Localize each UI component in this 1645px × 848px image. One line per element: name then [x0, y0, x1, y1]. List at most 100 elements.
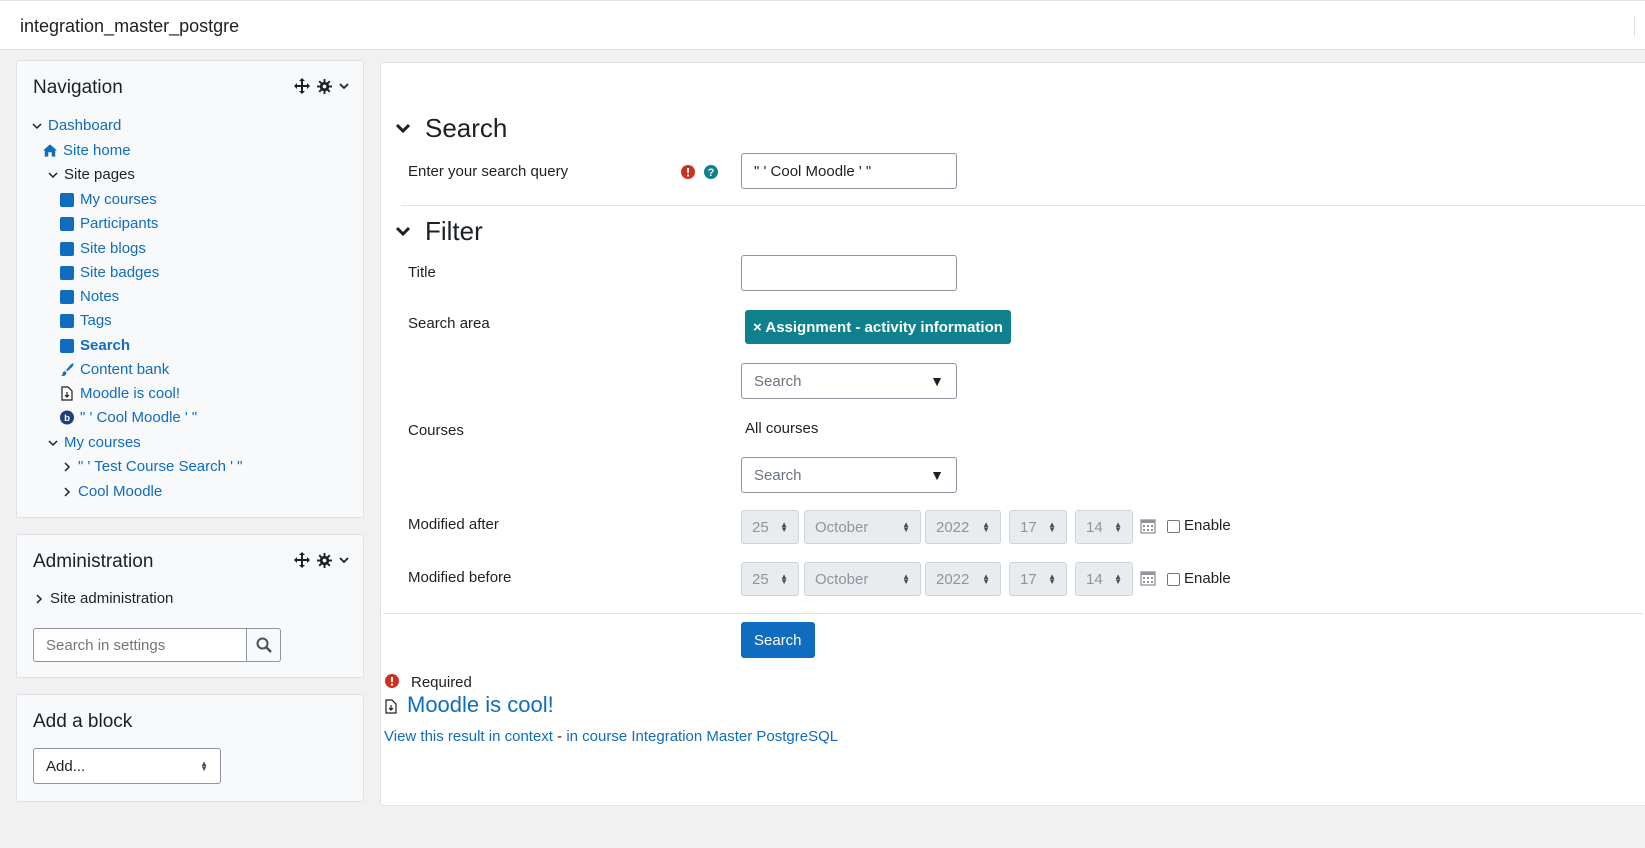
title-input[interactable]: [741, 255, 957, 291]
nav-item-site-pages[interactable]: Site pages: [47, 166, 135, 183]
nav-item-content-bank[interactable]: Content bank: [60, 361, 169, 378]
nav-page-site-badges[interactable]: Site badges: [60, 264, 159, 281]
nav-course-test-course-search[interactable]: " ' Test Course Search ' ": [61, 458, 243, 475]
modified-after-month[interactable]: October ▲ ▼: [804, 510, 921, 544]
section-divider: [401, 205, 1645, 206]
modified-after-day[interactable]: 25 ▲ ▼: [741, 510, 799, 544]
courses-combo-placeholder: Search: [754, 466, 802, 484]
modified-before-month[interactable]: October ▲ ▼: [804, 562, 921, 596]
gear-icon[interactable]: [317, 552, 332, 568]
modified-before-enable-checkbox[interactable]: [1167, 573, 1180, 586]
add-block-select[interactable]: Add... ▲ ▼: [33, 748, 221, 784]
search-area-tag[interactable]: × Assignment - activity information: [745, 310, 1011, 344]
calendar-icon[interactable]: [1140, 570, 1156, 590]
result-course-link[interactable]: in course Integration Master PostgreSQL: [566, 728, 838, 745]
settings-search-input[interactable]: [33, 628, 247, 662]
navigation-block-controls: [294, 78, 349, 94]
help-icon[interactable]: ?: [704, 165, 718, 183]
move-icon[interactable]: [294, 78, 310, 94]
nav-page-label[interactable]: Site badges: [80, 264, 159, 281]
nav-page-participants[interactable]: Participants: [60, 215, 158, 232]
nav-page-label[interactable]: Participants: [80, 215, 158, 232]
nav-moodle-is-cool-label[interactable]: Moodle is cool!: [80, 385, 180, 402]
courses-value: All courses: [745, 420, 819, 437]
move-icon[interactable]: [294, 552, 310, 568]
chevron-down-icon[interactable]: [31, 121, 43, 131]
result-separator: -: [552, 728, 567, 745]
gear-icon[interactable]: [317, 78, 332, 94]
nav-page-label[interactable]: Tags: [80, 312, 112, 329]
modified-before-hour[interactable]: 17 ▲ ▼: [1009, 562, 1067, 596]
search-area-combobox[interactable]: Search ▼: [741, 363, 957, 399]
nav-page-notes[interactable]: Notes: [60, 288, 119, 305]
chevron-right-icon[interactable]: [61, 461, 73, 472]
form-divider: [383, 613, 1643, 614]
month-value: October: [815, 518, 869, 536]
site-administration-label[interactable]: Site administration: [50, 590, 173, 607]
select-arrows-icon: ▲ ▼: [902, 572, 910, 586]
courses-combobox[interactable]: Search ▼: [741, 457, 957, 493]
nav-item-site-home[interactable]: Site home: [43, 142, 131, 159]
nav-cool-moodle-label[interactable]: " ' Cool Moodle ' ": [80, 409, 197, 426]
chevron-down-icon[interactable]: [47, 170, 59, 180]
select-arrows-icon: ▲ ▼: [780, 520, 788, 534]
nav-site-home-label[interactable]: Site home: [63, 142, 131, 159]
courses-label: Courses: [408, 422, 464, 439]
search-section-toggle[interactable]: Search: [395, 113, 507, 144]
nav-item-my-courses[interactable]: My courses: [47, 434, 141, 451]
nav-page-label[interactable]: Site blogs: [80, 240, 146, 257]
settings-search-button[interactable]: [247, 628, 281, 662]
nav-page-label[interactable]: Search: [80, 337, 130, 354]
modified-after-minute[interactable]: 14 ▲ ▼: [1075, 510, 1133, 544]
top-bar: integration_master_postgre: [0, 0, 1645, 50]
nav-my-courses-label[interactable]: My courses: [64, 434, 141, 451]
search-query-value: " ' Cool Moodle ' ": [754, 162, 872, 180]
nav-page-search-active[interactable]: Search: [60, 337, 130, 354]
select-arrows-icon: ▲ ▼: [982, 572, 990, 586]
select-arrows-icon: ▲ ▼: [1114, 572, 1122, 586]
site-name[interactable]: integration_master_postgre: [20, 16, 239, 37]
chevron-right-icon[interactable]: [33, 593, 45, 604]
result-title-link[interactable]: Moodle is cool!: [407, 692, 554, 718]
administration-title: Administration: [33, 551, 154, 572]
nav-page-tags[interactable]: Tags: [60, 312, 112, 329]
submit-search-button[interactable]: Search: [741, 622, 815, 658]
select-arrows-icon: ▲ ▼: [1048, 520, 1056, 534]
settings-search: [33, 628, 281, 662]
result-context-link[interactable]: View this result in context: [384, 728, 553, 745]
nav-dashboard-label[interactable]: Dashboard: [48, 117, 121, 134]
page-icon: [60, 216, 74, 231]
required-icon: [385, 674, 399, 692]
modified-after-enable-checkbox[interactable]: [1167, 520, 1180, 533]
search-query-input[interactable]: " ' Cool Moodle ' ": [741, 153, 957, 189]
chevron-down-icon[interactable]: [47, 438, 59, 448]
nav-course-label[interactable]: Cool Moodle: [78, 483, 162, 500]
nav-page-site-blogs[interactable]: Site blogs: [60, 240, 146, 257]
nav-course-cool-moodle[interactable]: Cool Moodle: [61, 483, 162, 500]
modified-before-day[interactable]: 25 ▲ ▼: [741, 562, 799, 596]
hour-value: 17: [1020, 518, 1037, 536]
chevron-right-icon[interactable]: [61, 486, 73, 497]
svg-text:b: b: [64, 413, 70, 424]
admin-item-site-administration[interactable]: Site administration: [33, 590, 173, 607]
nav-item-dashboard[interactable]: Dashboard: [31, 117, 121, 134]
nav-page-my-courses[interactable]: My courses: [60, 191, 157, 208]
calendar-icon[interactable]: [1140, 518, 1156, 538]
modified-before-year[interactable]: 2022 ▲ ▼: [925, 562, 1001, 596]
nav-content-bank-label[interactable]: Content bank: [80, 361, 169, 378]
filter-section-toggle[interactable]: Filter: [395, 216, 483, 247]
svg-text:?: ?: [708, 167, 715, 179]
nav-page-label[interactable]: Notes: [80, 288, 119, 305]
select-arrows-icon: ▲ ▼: [1114, 520, 1122, 534]
chevron-down-icon[interactable]: [339, 555, 349, 565]
select-arrows-icon: ▲ ▼: [780, 572, 788, 586]
nav-item-moodle-is-cool[interactable]: Moodle is cool!: [60, 385, 180, 402]
nav-item-cool-moodle[interactable]: b " ' Cool Moodle ' ": [60, 409, 197, 426]
chevron-down-icon[interactable]: [339, 81, 349, 91]
nav-course-label[interactable]: " ' Test Course Search ' ": [78, 458, 243, 475]
modified-after-year[interactable]: 2022 ▲ ▼: [925, 510, 1001, 544]
modified-after-hour[interactable]: 17 ▲ ▼: [1009, 510, 1067, 544]
modified-before-minute[interactable]: 14 ▲ ▼: [1075, 562, 1133, 596]
minute-value: 14: [1086, 570, 1103, 588]
nav-page-label[interactable]: My courses: [80, 191, 157, 208]
